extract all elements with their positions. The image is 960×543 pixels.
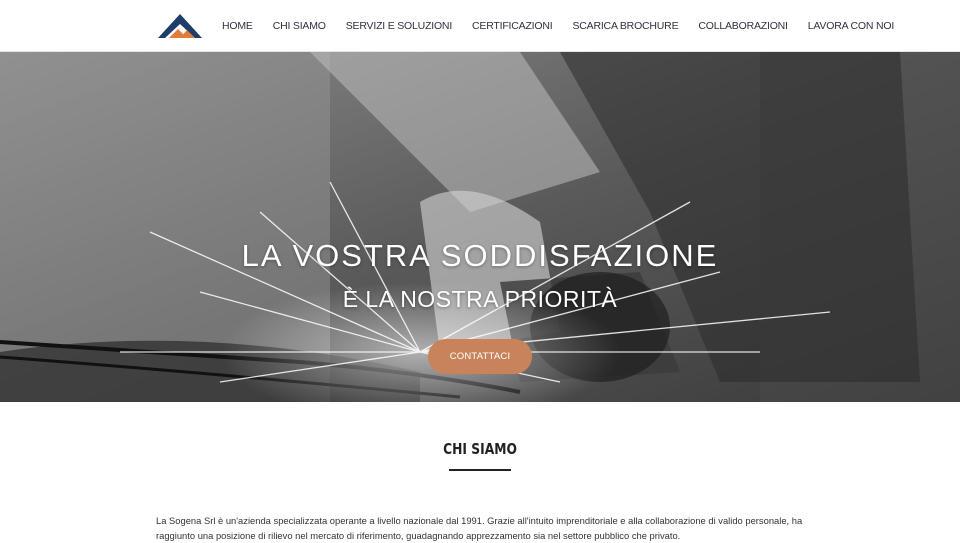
about-paragraph: La Sogena Srl è un'azienda specializzata… [156, 515, 803, 541]
nav-item-brochure[interactable]: SCARICA BROCHURE [572, 20, 678, 32]
nav-item-chi-siamo[interactable]: CHI SIAMO [273, 20, 326, 32]
mountain-logo-icon[interactable] [158, 12, 202, 38]
nav-item-collaborazioni[interactable]: COLLABORAZIONI [698, 20, 788, 32]
about-section-title: CHI SIAMO [443, 440, 517, 458]
main-menu: HOME CHI SIAMO SERVIZI E SOLUZIONI CERTI… [222, 0, 914, 52]
title-underline-divider [449, 469, 511, 471]
contact-button[interactable]: CONTATTACI [428, 339, 532, 374]
nav-item-servizi[interactable]: SERVIZI E SOLUZIONI [346, 20, 452, 32]
top-navbar: HOME CHI SIAMO SERVIZI E SOLUZIONI CERTI… [0, 0, 960, 52]
hero-title: LA VOSTRA SODDISFAZIONE [241, 238, 719, 273]
hero-subtitle: È LA NOSTRA PRIORITÀ [342, 286, 618, 312]
nav-item-lavora[interactable]: LAVORA CON NOI [808, 20, 894, 32]
nav-item-home[interactable]: HOME [222, 20, 253, 32]
nav-item-certificazioni[interactable]: CERTIFICAZIONI [472, 20, 553, 32]
hero-banner: LA VOSTRA SODDISFAZIONE È LA NOSTRA PRIO… [0, 52, 960, 402]
